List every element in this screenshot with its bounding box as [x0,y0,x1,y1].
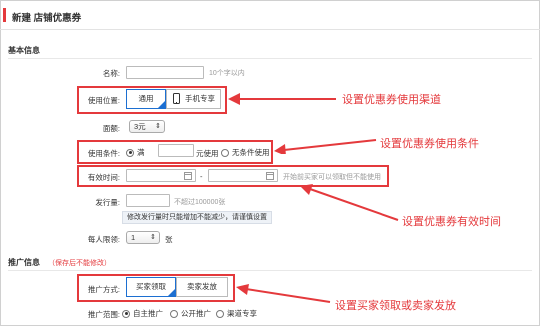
position-mobile-label: 手机专享 [185,94,215,103]
position-label: 使用位置: [87,96,120,105]
section-divider [8,270,532,271]
scope-channel-radio[interactable]: 渠道专享 [216,308,257,319]
position-general-option[interactable]: 通用 [126,89,166,109]
condition-use-text: 元使用 [196,149,219,158]
radio-unselected-icon [170,309,178,318]
section-promo-title: 推广信息 [8,258,40,267]
validity-start-input[interactable] [126,169,196,182]
scope-label: 推广范围: [87,310,120,319]
annotation-channel: 设置优惠券使用渠道 [342,94,441,106]
condition-label: 使用条件: [87,149,120,158]
condition-full-label: 满 [137,148,145,157]
condition-amount-input[interactable] [158,144,194,157]
denom-select[interactable]: 3元 ⇕ [129,120,165,133]
position-mobile-option[interactable]: 手机专享 [166,89,221,109]
condition-full-radio[interactable]: 满 [126,147,145,158]
title-accent-bar [3,8,6,22]
name-label: 名称: [102,69,120,78]
calendar-icon[interactable] [184,172,192,180]
issue-input[interactable] [126,194,170,207]
phone-icon [173,93,180,104]
scope-self-label: 自主推广 [133,309,163,318]
limit-label: 每人限领: [87,235,120,244]
limit-select[interactable]: 1 ⇕ [126,231,160,244]
method-buyer-label: 买家领取 [136,282,166,291]
section-divider [8,58,532,59]
issue-tip: 修改发行量时只能增加不能减少，请谨慎设置 [122,211,272,224]
limit-unit: 张 [165,235,173,244]
scope-public-radio[interactable]: 公开推广 [170,308,211,319]
limit-value: 1 [131,233,136,242]
issue-hint: 不超过100000张 [174,199,226,206]
issue-label: 发行量: [95,198,120,207]
name-hint: 10个字以内 [209,70,245,77]
arrow-icon [274,139,377,154]
scope-self-radio[interactable]: 自主推广 [122,308,163,319]
method-buyer-option[interactable]: 买家领取 [126,277,176,297]
section-basic-title: 基本信息 [8,46,40,55]
scope-channel-label: 渠道专享 [227,309,257,318]
annotation-condition: 设置优惠券使用条件 [380,138,479,150]
radio-unselected-icon [216,309,224,318]
updown-arrow-icon: ⇕ [155,123,161,130]
validity-label: 有效时间: [87,173,120,182]
condition-none-radio[interactable]: 无条件使用 [221,147,270,158]
annotation-method: 设置买家领取或卖家发放 [335,300,456,312]
page-title: 新建 店铺优惠券 [12,13,82,24]
title-bar: 新建 店铺优惠券 [0,0,540,30]
condition-none-label: 无条件使用 [232,148,270,157]
promo-note: （保存后不能修改） [48,260,111,267]
radio-selected-icon [122,309,130,318]
arrow-icon [236,284,331,303]
denom-label: 面额: [102,124,120,133]
method-seller-option[interactable]: 卖家发放 [176,277,228,297]
validity-end-input[interactable] [208,169,278,182]
calendar-icon[interactable] [266,172,274,180]
arrow-icon [228,93,336,105]
selected-corner-icon [158,101,165,108]
name-input[interactable] [126,66,204,79]
denom-value: 3元 [134,122,146,131]
validity-separator: - [200,172,203,181]
radio-unselected-icon [221,148,229,157]
updown-arrow-icon: ⇕ [150,234,156,241]
method-label: 推广方式: [87,285,120,294]
annotation-validity: 设置优惠券有效时间 [402,216,501,228]
arrow-icon [300,184,399,221]
method-seller-label: 卖家发放 [187,282,217,291]
scope-public-label: 公开推广 [181,309,211,318]
position-general-label: 通用 [138,94,154,103]
selected-corner-icon [168,289,175,296]
radio-selected-icon [126,148,134,157]
validity-hint: 开始前买家可以领取但不能使用 [283,174,381,181]
